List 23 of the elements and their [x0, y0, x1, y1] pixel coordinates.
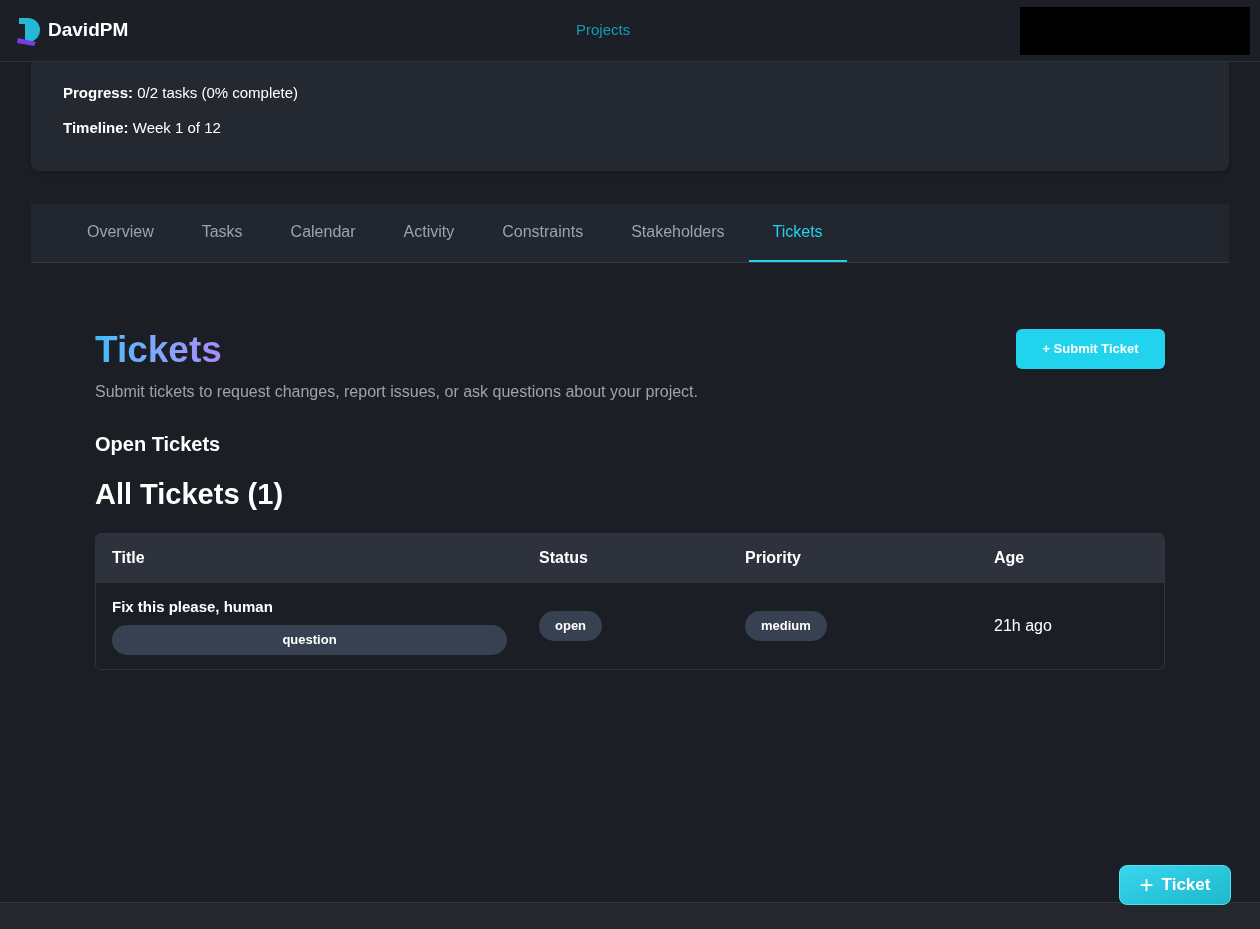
status-tag: open — [539, 610, 603, 641]
column-header: Status — [539, 548, 589, 568]
section-heading: Open Tickets — [95, 432, 222, 457]
progress-text: Progress: 0/2 tasks (0% complete) — [63, 83, 300, 103]
tab[interactable]: Tasks — [177, 204, 267, 262]
type-tag: question — [112, 624, 507, 655]
timeline-text: Timeline: Week 1 of 12 — [63, 117, 222, 138]
ticket-title: Fix this please, human — [112, 597, 274, 618]
tab[interactable]: Activity — [379, 204, 479, 262]
page-subtitle: Submit tickets to request changes, report issues, or ask questions about your project. — [95, 382, 699, 402]
column-header: Priority — [745, 548, 802, 568]
column-header: Title — [112, 548, 146, 568]
tab[interactable]: Tickets — [748, 204, 847, 262]
tab[interactable]: Constraints — [478, 204, 608, 262]
age-text: 21h ago — [994, 615, 1053, 636]
tab[interactable]: Calendar — [266, 204, 380, 262]
tab[interactable]: Stakeholders — [607, 204, 749, 262]
priority-tag: medium — [745, 610, 827, 641]
tab[interactable]: Overview — [63, 204, 178, 262]
column-header: Age — [994, 548, 1026, 568]
section-heading: All Tickets (1) — [95, 477, 285, 512]
brand-name: DavidPM — [48, 18, 129, 43]
nav-link[interactable]: Projects — [576, 19, 631, 42]
